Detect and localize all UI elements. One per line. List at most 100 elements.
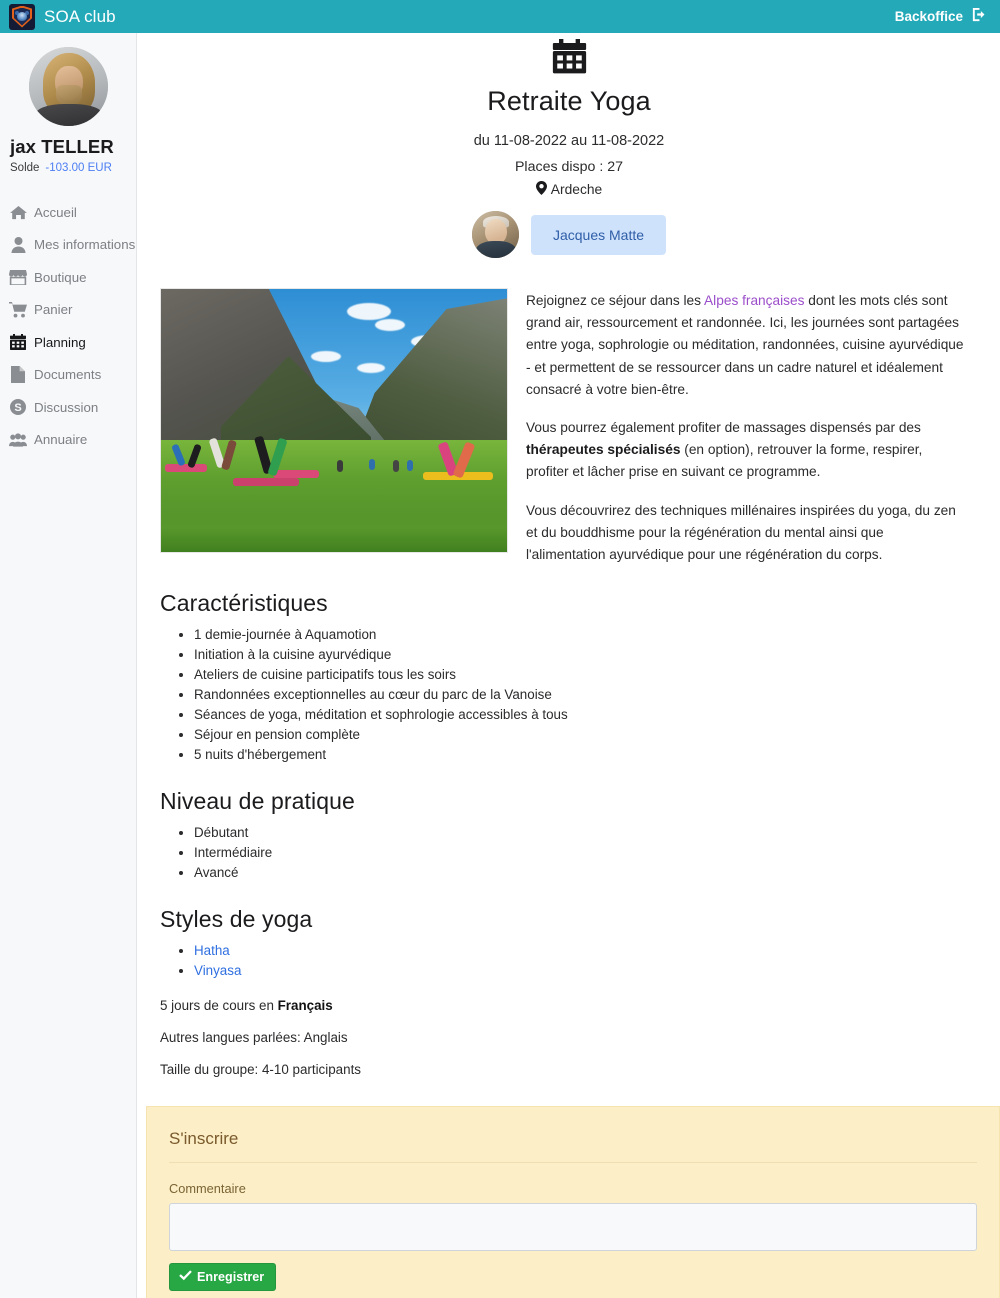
instructor-badge[interactable]: Jacques Matte: [530, 214, 667, 255]
sidebar-item-label: Planning: [34, 334, 86, 350]
event-location: Ardeche: [138, 181, 1000, 198]
event-description: Rejoignez ce séjour dans les Alpes franç…: [526, 288, 964, 566]
register-panel: S'inscrire Commentaire Enregistrer: [146, 1106, 1000, 1298]
sidebar-item-label: Annuaire: [34, 432, 88, 448]
map-pin-icon: [535, 181, 547, 198]
description-text: dont les mots clés sont grand air, resso…: [526, 293, 964, 397]
sidebar-nav: Accueil Mes informations Boutique Panier: [0, 196, 136, 456]
backoffice-label: Backoffice: [894, 9, 963, 24]
user-icon: [9, 236, 27, 253]
sidebar-item-label: Accueil: [34, 204, 77, 220]
list-item-link[interactable]: Hatha: [194, 943, 230, 958]
list-item: 5 nuits d'hébergement: [194, 745, 964, 764]
info-text: Autres langues parlées: Anglais: [160, 1029, 348, 1045]
list-item: 1 demie-journée à Aquamotion: [194, 625, 964, 644]
section-list: DébutantIntermédiaireAvancé: [160, 823, 964, 882]
file-icon: [9, 366, 27, 384]
description-paragraph: Vous découvrirez des techniques millénai…: [526, 500, 964, 567]
sidebar-item-mes-informations[interactable]: Mes informations: [0, 229, 136, 262]
list-item: Séjour en pension complète: [194, 725, 964, 744]
sidebar-item-label: Panier: [34, 302, 73, 318]
sidebar-item-annuaire[interactable]: Annuaire: [0, 424, 136, 457]
sidebar-item-discussion[interactable]: S Discussion: [0, 391, 136, 424]
section-heading: Caractéristiques: [160, 590, 328, 617]
list-item: Ateliers de cuisine participatifs tous l…: [194, 665, 964, 684]
register-title: S'inscrire: [169, 1129, 239, 1148]
user-name: jax TELLER: [10, 136, 114, 157]
top-bar: SOA club Backoffice: [0, 0, 1000, 33]
event-places-available: Places dispo : 27: [514, 159, 624, 175]
event-hero: Retraite Yoga du 11-08-2022 au 11-08-202…: [138, 33, 1000, 258]
save-button[interactable]: Enregistrer: [169, 1263, 277, 1291]
description-bold: thérapeutes spécialisés: [526, 442, 681, 458]
sidebar-item-accueil[interactable]: Accueil: [0, 196, 136, 229]
home-icon: [9, 204, 27, 221]
calendar-icon: [9, 334, 27, 351]
brand[interactable]: SOA club: [9, 3, 116, 30]
description-text: Rejoignez ce séjour dans les: [526, 293, 705, 308]
sidebar: jax TELLER Solde -103.00 EUR Accueil Mes…: [0, 33, 137, 1298]
avatar-wrap: [0, 47, 136, 126]
sidebar-item-documents[interactable]: Documents: [0, 359, 136, 392]
event-dates: du 11-08-2022 au 11-08-2022: [473, 133, 665, 149]
list-item: Débutant: [194, 823, 964, 842]
list-item: Avancé: [194, 863, 964, 882]
yoga-class-mountain-meadow-photo: [160, 288, 508, 553]
description-paragraph: Rejoignez ce séjour dans les Alpes franç…: [526, 290, 964, 401]
instructor-avatar: [471, 211, 519, 258]
instructor-row: Jacques Matte: [138, 211, 1000, 258]
comment-input[interactable]: [169, 1203, 977, 1251]
list-item-link[interactable]: Vinyasa: [194, 963, 241, 978]
list-item: Initiation à la cuisine ayurvédique: [194, 645, 964, 664]
list-item[interactable]: Vinyasa: [194, 961, 964, 980]
svg-text:S: S: [14, 402, 21, 414]
description-text: Vous pourrez également profiter de massa…: [526, 419, 921, 435]
balance-row: Solde -103.00 EUR: [0, 162, 136, 174]
event-body: Rejoignez ce séjour dans les Alpes franç…: [138, 288, 1000, 1077]
description-link[interactable]: Alpes françaises: [704, 293, 804, 308]
sidebar-item-panier[interactable]: Panier: [0, 294, 136, 327]
description-paragraph: Vous pourrez également profiter de massa…: [526, 417, 964, 484]
shopping-cart-icon: [9, 301, 27, 318]
photo-and-description: Rejoignez ce séjour dans les Alpes franç…: [160, 288, 964, 566]
balance-label: Solde: [10, 162, 40, 174]
event-location-label: Ardeche: [550, 182, 603, 197]
circle-s-icon: S: [9, 399, 27, 416]
comment-label: Commentaire: [169, 1181, 246, 1196]
brand-name: SOA club: [44, 6, 116, 26]
list-item: Randonnées exceptionnelles au cœur du pa…: [194, 685, 964, 704]
event-info-lines: 5 jours de cours en Français Autres langu…: [160, 998, 964, 1077]
backoffice-link[interactable]: Backoffice: [895, 7, 986, 27]
balance-value: -103.00 EUR: [45, 162, 112, 174]
sidebar-item-label: Boutique: [34, 269, 87, 285]
store-icon: [9, 269, 27, 286]
section-heading: Styles de yoga: [160, 906, 313, 933]
sign-out-icon[interactable]: [971, 7, 986, 27]
info-line: Autres langues parlées: Anglais: [160, 1030, 964, 1045]
page-title: Retraite Yoga: [487, 86, 651, 116]
description-text: Vous découvrirez des techniques millénai…: [526, 502, 956, 562]
users-icon: [9, 431, 27, 448]
user-avatar: [28, 47, 108, 126]
page-root: SOA club Backoffice jax TELLER Solde -10…: [0, 0, 1000, 1298]
info-bold: Français: [277, 997, 333, 1013]
info-text: Taille du groupe: 4-10 participants: [160, 1061, 361, 1077]
section-list: 1 demie-journée à AquamotionInitiation à…: [160, 625, 964, 764]
check-icon: [179, 1270, 192, 1284]
sidebar-item-label: Discussion: [34, 399, 99, 415]
list-item: Intermédiaire: [194, 843, 964, 862]
list-item[interactable]: Hatha: [194, 941, 964, 960]
list-item: Séances de yoga, méditation et sophrolog…: [194, 705, 964, 724]
divider: [169, 1162, 977, 1163]
section-heading: Niveau de pratique: [160, 788, 355, 815]
sidebar-item-boutique[interactable]: Boutique: [0, 261, 136, 294]
event-sections: Caractéristiques 1 demie-journée à Aquamo…: [160, 590, 964, 981]
section-list: Hatha Vinyasa: [160, 941, 964, 980]
sidebar-item-planning[interactable]: Planning: [0, 326, 136, 359]
calendar-icon: [138, 39, 1000, 74]
info-line: 5 jours de cours en Français: [160, 998, 964, 1013]
info-line: Taille du groupe: 4-10 participants: [160, 1062, 964, 1077]
shield-logo-icon: [9, 3, 35, 30]
sidebar-item-label: Documents: [34, 367, 102, 383]
save-button-label: Enregistrer: [197, 1270, 265, 1284]
